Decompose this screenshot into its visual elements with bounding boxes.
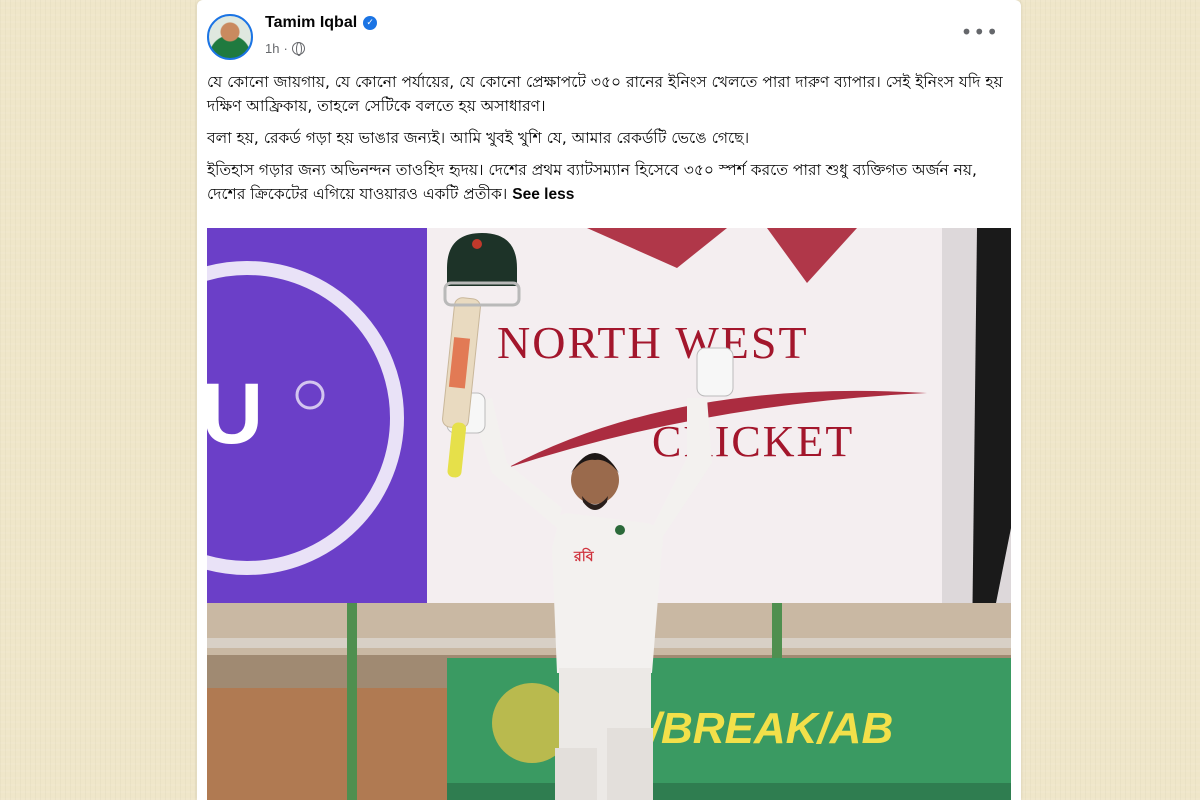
- see-less-link[interactable]: See less: [512, 186, 574, 203]
- board-base: [447, 783, 1011, 800]
- meta-separator: ·: [283, 41, 288, 56]
- post-paragraph: যে কোনো জায়গায়, যে কোনো পর্যায়ের, যে …: [207, 73, 1003, 115]
- globe-icon[interactable]: [291, 42, 305, 56]
- post-paragraph-text: ইতিহাস গড়ার জন্য অভিনন্দন তাওহিদ হৃদয়।…: [207, 161, 977, 203]
- author-line: Tamim Iqbal ✓: [265, 14, 378, 32]
- post-text: যে কোনো জায়গায়, যে কোনো পর্যায়ের, যে …: [207, 70, 1013, 215]
- stand-pole: [347, 603, 357, 800]
- verified-badge-icon: ✓: [363, 16, 378, 30]
- jersey-logo-text: রবি: [573, 547, 595, 565]
- more-options-button[interactable]: •••: [961, 22, 999, 42]
- left-banner-text: U: [207, 366, 263, 462]
- banner-text-north-west: NORTH WEST: [497, 317, 809, 368]
- post-paragraph: ইতিহাস গড়ার জন্য অভিনন্দন তাওহিদ হৃদয়।…: [207, 158, 1013, 207]
- author-name[interactable]: Tamim Iqbal: [265, 14, 357, 32]
- facebook-post: Tamim Iqbal ✓ 1h · ••• যে কোনো জায়গায়,…: [197, 0, 1021, 800]
- photo-illustration: U NORTH WEST CRICKET N/BREAK/AB রবি: [207, 228, 1011, 800]
- post-meta: 1h ·: [265, 41, 305, 56]
- author-avatar[interactable]: [207, 14, 253, 60]
- post-paragraph: বলা হয়, রেকর্ড গড়া হয় ভাঙার জন্যই। আম…: [207, 129, 750, 147]
- post-header: Tamim Iqbal ✓ 1h · •••: [197, 0, 1021, 70]
- board-text: N/BREAK/AB: [617, 704, 893, 753]
- post-photo[interactable]: U NORTH WEST CRICKET N/BREAK/AB রবি: [207, 228, 1011, 800]
- stand-bricks: [207, 688, 447, 800]
- banner-text-cricket: CRICKET: [652, 417, 854, 466]
- post-time[interactable]: 1h: [265, 41, 279, 56]
